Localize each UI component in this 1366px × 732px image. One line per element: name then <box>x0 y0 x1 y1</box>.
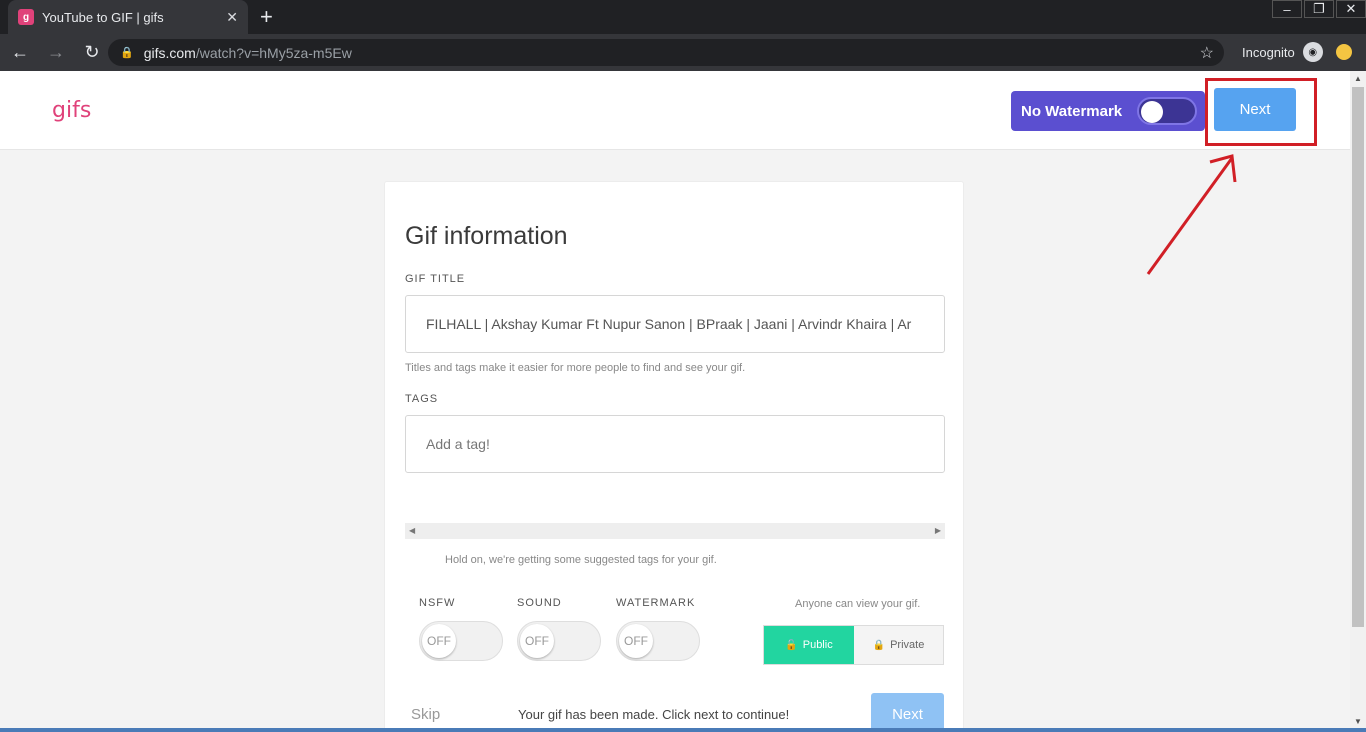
scroll-up-icon[interactable]: ▲ <box>1350 71 1366 85</box>
watermark-toggle-group: WATERMARK OFF <box>616 597 700 661</box>
browser-tab[interactable]: g YouTube to GIF | gifs ✕ <box>8 0 248 34</box>
incognito-icon: ◉ <box>1302 42 1323 62</box>
reload-icon[interactable]: ↻ <box>76 37 108 69</box>
incognito-indicator[interactable]: Incognito ◉ <box>1242 42 1323 62</box>
next-button-card[interactable]: Next <box>871 693 944 732</box>
private-label: Private <box>890 639 925 651</box>
back-icon[interactable]: ← <box>4 37 36 69</box>
gif-information-card: Gif information GIF TITLE FILHALL | Aksh… <box>384 181 964 732</box>
os-taskbar <box>0 728 1366 732</box>
scroll-down-icon[interactable]: ▼ <box>1350 714 1366 728</box>
tab-title: YouTube to GIF | gifs <box>42 9 164 25</box>
url-domain: gifs.com <box>143 44 196 61</box>
nsfw-toggle-group: NSFW OFF <box>419 597 503 661</box>
sound-label: SOUND <box>517 597 562 609</box>
profile-avatar-icon[interactable] <box>1336 44 1352 60</box>
close-window-button[interactable]: ✕ <box>1336 0 1366 18</box>
gifs-logo[interactable]: gifs <box>52 98 91 123</box>
private-button[interactable]: 🔒 Private <box>854 626 943 664</box>
annotation-highlight-box <box>1205 78 1317 146</box>
url-path: /watch?v=hMy5za-m5Ew <box>195 44 352 61</box>
visibility-selector: 🔓 Public 🔒 Private <box>763 625 944 665</box>
forward-icon[interactable]: → <box>40 37 72 69</box>
public-button[interactable]: 🔓 Public <box>764 626 854 664</box>
watermark-card-switch[interactable]: OFF <box>616 621 700 661</box>
unlock-icon: 🔓 <box>785 639 798 651</box>
titles-hint: Titles and tags make it easier for more … <box>405 362 746 374</box>
favicon-icon: g <box>18 9 34 25</box>
watermark-switch[interactable] <box>1137 97 1197 125</box>
lock-icon: 🔒 <box>120 47 134 59</box>
incognito-label: Incognito <box>1242 44 1295 60</box>
no-watermark-label: No Watermark <box>1021 102 1123 120</box>
nsfw-switch[interactable]: OFF <box>419 621 503 661</box>
sound-toggle-group: SOUND OFF <box>517 597 601 661</box>
app-header: gifs No Watermark Next <box>0 71 1350 150</box>
tags-input[interactable]: Add a tag! <box>405 415 945 473</box>
tags-horizontal-scrollbar[interactable]: ◀ ▶ <box>405 523 945 539</box>
skip-link[interactable]: Skip <box>411 706 440 723</box>
watermark-switch-state: OFF <box>619 624 653 658</box>
new-tab-icon[interactable]: + <box>260 4 273 30</box>
lock-icon: 🔒 <box>872 639 886 651</box>
no-watermark-toggle[interactable]: No Watermark <box>1011 91 1205 131</box>
watermark-label: WATERMARK <box>616 597 696 609</box>
minimize-button[interactable]: – <box>1272 0 1302 18</box>
gif-title-label: GIF TITLE <box>405 273 466 285</box>
public-label: Public <box>802 639 833 651</box>
suggested-tags-hint: Hold on, we're getting some suggested ta… <box>445 554 717 566</box>
vertical-scrollbar[interactable]: ▲ ▼ <box>1350 71 1366 728</box>
scroll-left-icon[interactable]: ◀ <box>409 523 415 539</box>
browser-tab-bar: g YouTube to GIF | gifs ✕ + – ❐ ✕ <box>0 0 1366 34</box>
browser-toolbar: ← → ↻ 🔒 gifs.com/watch?v=hMy5za-m5Ew ☆ I… <box>0 34 1366 71</box>
sound-switch[interactable]: OFF <box>517 621 601 661</box>
page-title: Gif information <box>405 222 568 250</box>
visibility-hint: Anyone can view your gif. <box>795 598 921 610</box>
nsfw-switch-state: OFF <box>422 624 456 658</box>
sound-switch-state: OFF <box>520 624 554 658</box>
annotation-arrow-icon <box>1146 154 1237 275</box>
gif-made-message: Your gif has been made. Click next to co… <box>518 707 790 722</box>
gif-title-input[interactable]: FILHALL | Akshay Kumar Ft Nupur Sanon | … <box>405 295 945 353</box>
address-bar[interactable]: 🔒 gifs.com/watch?v=hMy5za-m5Ew ☆ <box>108 39 1224 66</box>
scroll-right-icon[interactable]: ▶ <box>935 523 941 539</box>
nsfw-label: NSFW <box>419 597 456 609</box>
watermark-switch-knob <box>1141 101 1163 123</box>
bookmark-star-icon[interactable]: ☆ <box>1200 43 1214 63</box>
close-tab-icon[interactable]: ✕ <box>226 9 238 26</box>
window-controls: – ❐ ✕ <box>1270 0 1366 18</box>
restore-button[interactable]: ❐ <box>1304 0 1334 18</box>
tags-label: TAGS <box>405 393 439 405</box>
scrollbar-thumb[interactable] <box>1352 87 1364 627</box>
